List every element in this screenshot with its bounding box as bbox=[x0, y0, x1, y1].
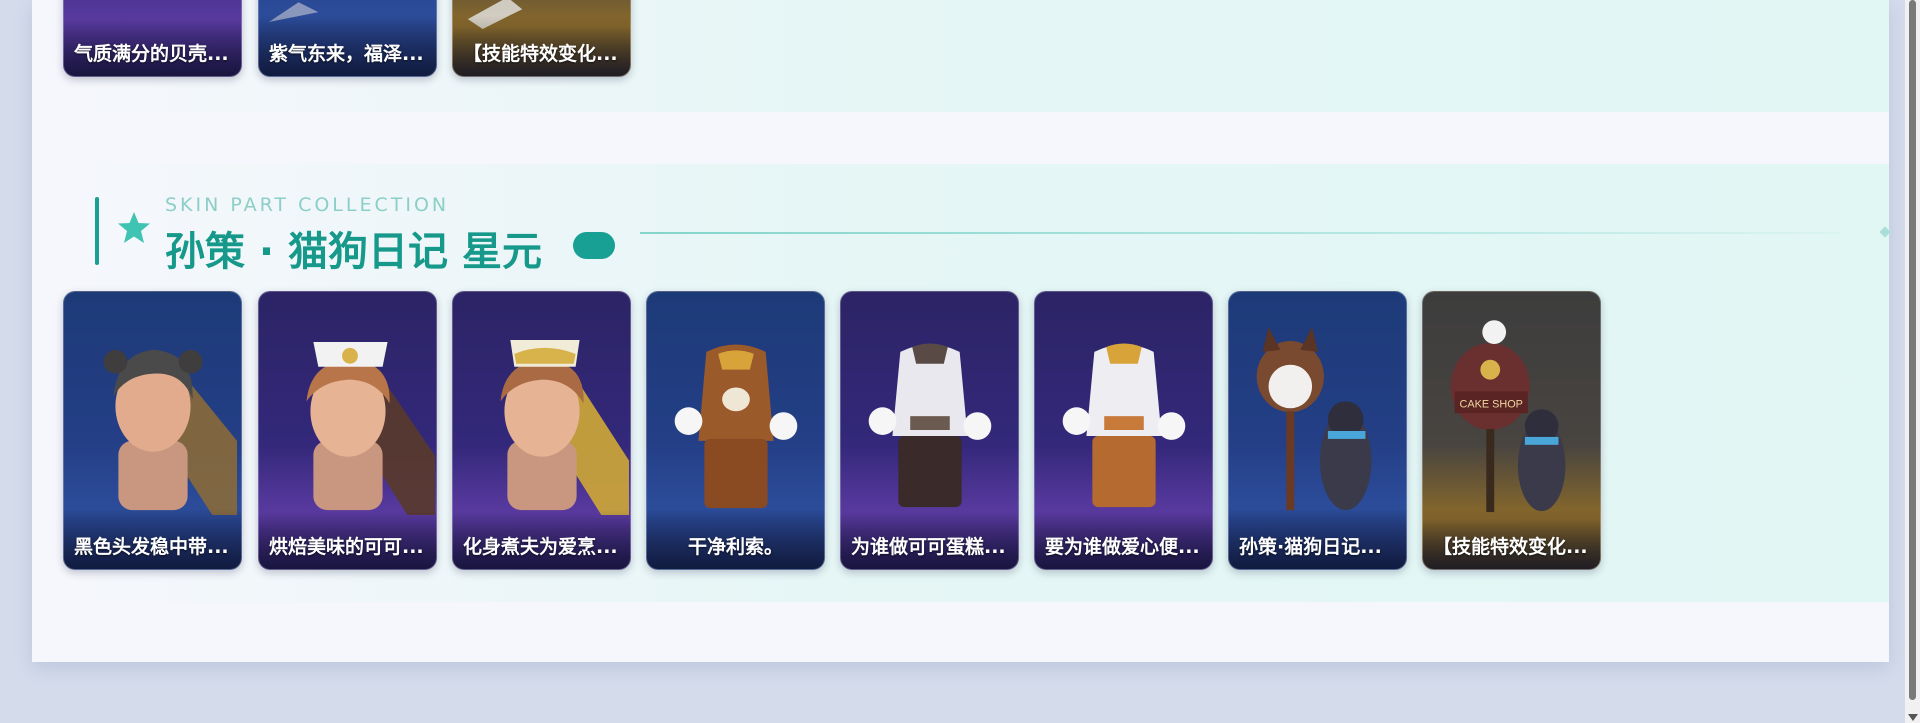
section-pill-decoration bbox=[573, 232, 615, 259]
skin-card-label: 黑色头发稳中带... bbox=[74, 536, 229, 558]
skin-card-label: 【技能特效变化... bbox=[1433, 536, 1588, 558]
skin-card-label: 烘焙美味的可可... bbox=[269, 536, 424, 558]
skin-card-label: 孙策·猫狗日记... bbox=[1239, 536, 1382, 558]
skin-card[interactable]: 要为谁做爱心便... bbox=[1034, 291, 1213, 570]
skin-card[interactable]: 紫气东来，福泽... bbox=[258, 0, 437, 77]
skin-card-label: 气质满分的贝壳... bbox=[74, 43, 229, 65]
skin-card[interactable]: 气质满分的贝壳... bbox=[63, 0, 242, 77]
section-accent-bar bbox=[95, 197, 99, 265]
skin-card[interactable]: 干净利索。 bbox=[646, 291, 825, 570]
skin-card[interactable]: 黑色头发稳中带... bbox=[63, 291, 242, 570]
scrollbar-thumb[interactable] bbox=[1909, 0, 1916, 700]
skin-card[interactable]: 孙策·猫狗日记... bbox=[1228, 291, 1407, 570]
skin-card[interactable]: 烘焙美味的可可... bbox=[258, 291, 437, 570]
skin-card[interactable]: 为谁做可可蛋糕... bbox=[840, 291, 1019, 570]
section-header: SKIN PART COLLECTION 孙策 · 猫狗日记 星元 bbox=[95, 194, 1895, 275]
skin-card[interactable]: 【技能特效变化... bbox=[452, 0, 631, 77]
section-title: 孙策 · 猫狗日记 星元 bbox=[165, 229, 542, 275]
skin-card-label: 为谁做可可蛋糕... bbox=[851, 536, 1006, 558]
star-icon bbox=[118, 212, 150, 243]
skin-card-label: 干净利索。 bbox=[687, 536, 783, 558]
skin-card-label: 紫气东来，福泽... bbox=[269, 43, 424, 65]
skin-card-label: 化身煮夫为爱烹... bbox=[463, 536, 618, 558]
scroll-down-arrow-icon[interactable] bbox=[1908, 714, 1918, 721]
skin-card[interactable]: CAKE SHOP 【技能特效变化... bbox=[1422, 291, 1601, 570]
svg-text:CAKE SHOP: CAKE SHOP bbox=[1460, 398, 1523, 410]
section-subtitle: SKIN PART COLLECTION bbox=[165, 194, 450, 216]
header-divider bbox=[640, 232, 1840, 234]
skin-card-label: 要为谁做爱心便... bbox=[1045, 536, 1200, 558]
skin-card-label: 【技能特效变化... bbox=[463, 43, 618, 65]
content-panel: 气质满分的贝壳... 紫气东来，福泽... 【技能特效变化... SKIN PA… bbox=[32, 0, 1891, 662]
divider-diamond bbox=[1879, 226, 1891, 238]
skin-card[interactable]: 化身煮夫为爱烹... bbox=[452, 291, 631, 570]
page-scrollbar[interactable] bbox=[1905, 0, 1920, 723]
